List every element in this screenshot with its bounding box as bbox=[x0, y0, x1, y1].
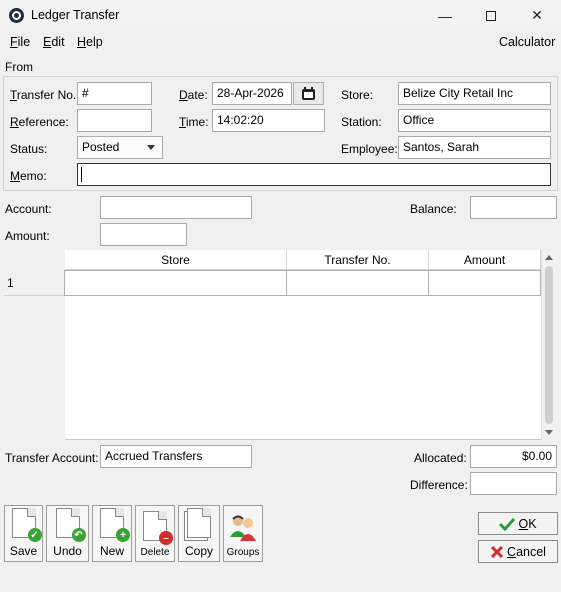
delete-button[interactable]: – Delete bbox=[135, 505, 175, 562]
column-header-store[interactable]: Store bbox=[65, 250, 287, 270]
save-label: Save bbox=[9, 544, 38, 558]
store-field[interactable]: Belize City Retail Inc bbox=[398, 82, 551, 105]
ok-button[interactable]: OK bbox=[478, 512, 558, 535]
account-field[interactable] bbox=[100, 196, 252, 219]
minimize-button[interactable]: — bbox=[422, 0, 468, 31]
menu-edit[interactable]: Edit bbox=[43, 35, 65, 49]
cancel-button[interactable]: Cancel bbox=[478, 540, 558, 563]
transfer-no-label: Transfer No. bbox=[10, 88, 77, 102]
reference-field[interactable] bbox=[77, 109, 152, 132]
column-header-transfer-no[interactable]: Transfer No. bbox=[287, 250, 429, 270]
difference-label: Difference: bbox=[410, 478, 468, 492]
menu-file[interactable]: File bbox=[10, 35, 30, 49]
reference-label: Reference: bbox=[10, 115, 69, 129]
amount-label: Amount: bbox=[5, 229, 50, 243]
allocated-field: $0.00 bbox=[470, 445, 557, 468]
balance-label: Balance: bbox=[410, 202, 457, 216]
date-picker-button[interactable] bbox=[293, 82, 324, 105]
calendar-icon bbox=[302, 86, 315, 100]
store-label: Store: bbox=[341, 88, 374, 102]
memo-field[interactable] bbox=[77, 163, 551, 186]
app-logo-icon bbox=[9, 8, 24, 23]
delete-label: Delete bbox=[140, 547, 170, 558]
close-button[interactable]: ✕ bbox=[514, 0, 560, 31]
undo-icon: ↶ bbox=[55, 508, 86, 542]
maximize-icon bbox=[486, 10, 496, 21]
allocated-label: Allocated: bbox=[414, 451, 467, 465]
account-label: Account: bbox=[5, 202, 52, 216]
grid-cell-transfer-no[interactable] bbox=[286, 270, 429, 296]
row-header-area bbox=[4, 296, 65, 440]
undo-button[interactable]: ↶ Undo bbox=[46, 505, 89, 562]
scroll-thumb[interactable] bbox=[545, 266, 553, 424]
save-button[interactable]: ✓ Save bbox=[4, 505, 43, 562]
text-cursor bbox=[81, 167, 82, 182]
transfer-no-field[interactable]: # bbox=[77, 82, 152, 105]
employee-label: Employee: bbox=[341, 142, 398, 156]
menu-calculator[interactable]: Calculator bbox=[499, 35, 555, 49]
balance-field bbox=[470, 196, 557, 219]
copy-icon bbox=[187, 508, 211, 538]
station-field[interactable]: Office bbox=[398, 109, 551, 132]
grid-cell-store[interactable] bbox=[64, 270, 287, 296]
status-label: Status: bbox=[10, 142, 48, 156]
difference-field bbox=[470, 472, 557, 495]
from-group-label: From bbox=[5, 60, 33, 74]
maximize-button[interactable] bbox=[468, 0, 514, 31]
transfer-account-label: Transfer Account: bbox=[5, 451, 99, 465]
time-label: Time: bbox=[179, 115, 209, 129]
menu-help[interactable]: Help bbox=[77, 35, 103, 49]
copy-label: Copy bbox=[184, 544, 213, 558]
grid-scrollbar[interactable] bbox=[541, 250, 556, 440]
scroll-up-icon[interactable] bbox=[545, 255, 553, 260]
groups-icon bbox=[230, 515, 256, 541]
row-header[interactable]: 1 bbox=[4, 270, 65, 296]
column-header-amount[interactable]: Amount bbox=[429, 250, 541, 270]
amount-field[interactable] bbox=[100, 223, 187, 246]
status-value: Posted bbox=[82, 140, 120, 154]
x-icon bbox=[490, 545, 504, 558]
window-title: Ledger Transfer bbox=[31, 8, 120, 22]
employee-field[interactable]: Santos, Sarah bbox=[398, 136, 551, 159]
new-button[interactable]: + New bbox=[92, 505, 132, 562]
undo-label: Undo bbox=[53, 544, 82, 558]
groups-label: Groups bbox=[226, 547, 260, 558]
new-icon: + bbox=[100, 508, 130, 542]
status-select[interactable]: Posted bbox=[77, 136, 163, 159]
delete-icon: – bbox=[143, 511, 173, 545]
copy-button[interactable]: Copy bbox=[178, 505, 220, 562]
groups-button[interactable]: Groups bbox=[223, 505, 263, 562]
date-label: Date: bbox=[179, 88, 208, 102]
transfer-account-field[interactable]: Accrued Transfers bbox=[100, 445, 252, 468]
time-field[interactable]: 14:02:20 bbox=[212, 109, 325, 132]
minimize-icon: — bbox=[438, 7, 452, 24]
grid-corner bbox=[4, 250, 65, 270]
checkmark-icon bbox=[499, 517, 516, 531]
scroll-down-icon[interactable] bbox=[545, 430, 553, 435]
save-icon: ✓ bbox=[11, 508, 42, 542]
grid-cell-amount[interactable] bbox=[428, 270, 541, 296]
close-icon: ✕ bbox=[531, 7, 543, 23]
new-label: New bbox=[99, 544, 124, 558]
memo-label: Memo: bbox=[10, 169, 47, 183]
chevron-down-icon bbox=[147, 145, 155, 150]
station-label: Station: bbox=[341, 115, 382, 129]
date-field[interactable]: 28-Apr-2026 bbox=[212, 82, 292, 105]
